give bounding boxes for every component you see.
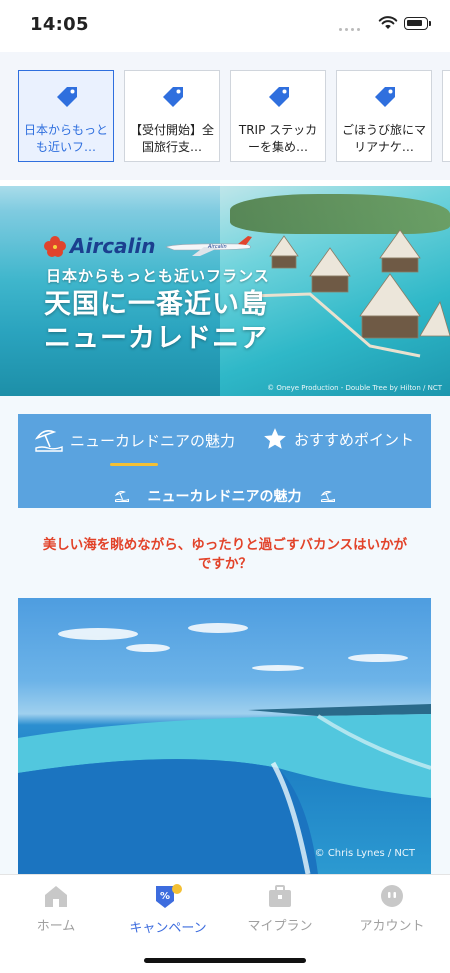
tag-icon (375, 87, 395, 107)
battery-icon (404, 17, 431, 30)
tag-icon (163, 87, 183, 107)
aircalin-logo: Aircalin Aircalin (44, 234, 254, 258)
photo-credit: © Chris Lynes / NCT (314, 848, 415, 859)
svg-text:Aircalin: Aircalin (207, 244, 227, 250)
status-time: 14:05 (30, 14, 89, 35)
active-tab-underline (110, 463, 158, 466)
nav-campaign-label: キャンペーン (129, 921, 207, 936)
tab-charm-label: ニューカレドニアの魅力 (70, 431, 236, 450)
campaign-banner[interactable]: Aircalin Aircalin 日本からもっとも近いフランス 天国に一番近い… (0, 186, 450, 396)
campaign-tag-label: 【受付開始】全国旅行支… (129, 123, 214, 154)
airline-name: Aircalin (70, 234, 156, 258)
nav-campaign[interactable]: % キャンペーン (112, 883, 224, 936)
campaign-tag-partial[interactable] (442, 70, 450, 162)
signal-icon (339, 28, 360, 31)
section-title: ニューカレドニアの魅力 (18, 486, 431, 506)
section-tabs: ニューカレドニアの魅力 おすすめポイント ニューカレドニアの魅力 (18, 414, 431, 508)
account-icon (381, 885, 403, 907)
airplane-icon: Aircalin (164, 236, 252, 256)
lagoon-photo: © Chris Lynes / NCT (18, 598, 431, 874)
status-bar: 14:05 (0, 0, 450, 52)
home-icon (45, 886, 67, 907)
nav-home-label: ホーム (36, 919, 76, 934)
nav-myplan[interactable]: マイプラン (224, 883, 336, 934)
campaign-tag-1[interactable]: 【受付開始】全国旅行支… (124, 70, 220, 162)
nav-account-label: アカウント (359, 919, 425, 934)
campaign-content: ニューカレドニアの魅力 おすすめポイント ニューカレドニアの魅力 美しい海を眺め… (0, 396, 450, 874)
wifi-icon (378, 16, 398, 29)
nav-myplan-label: マイプラン (247, 919, 313, 934)
campaign-tag-3[interactable]: ごほうび旅にマリアナケ… (336, 70, 432, 162)
tab-recommend[interactable]: おすすめポイント (262, 426, 414, 452)
banner-headline-line1: 天国に一番近い島 (44, 289, 268, 320)
suitcase-icon (269, 885, 291, 907)
lagoon-illustration (18, 623, 431, 874)
bungalow-illustration (250, 229, 450, 358)
svg-text:%: % (160, 891, 170, 902)
hibiscus-icon (44, 236, 66, 257)
catch-copy: 美しい海を眺めながら、ゆったりと過ごすバカンスはいかがですか？ (42, 537, 408, 572)
section-title-text: ニューカレドニアの魅力 (147, 489, 302, 505)
beach-umbrella-icon (114, 490, 129, 502)
campaign-tag-2[interactable]: TRIP ステッカーを集め… (230, 70, 326, 162)
banner-credit: © Oneye Production - Double Tree by Hilt… (267, 384, 442, 392)
star-icon (264, 428, 286, 449)
campaign-tag-label: TRIP ステッカーを集め… (238, 123, 318, 154)
banner-headline-line2: ニューカレドニア (44, 323, 268, 354)
campaign-tag-0[interactable]: 日本からもっとも近いフ… (18, 70, 114, 162)
nav-account[interactable]: アカウント (336, 883, 448, 934)
banner-headline: 天国に一番近い島 ニューカレドニア (44, 288, 268, 356)
campaign-tag-label: ごほうび旅にマリアナケ… (341, 123, 426, 154)
home-indicator (144, 958, 306, 963)
campaign-tag-list: 日本からもっとも近いフ… 【受付開始】全国旅行支… TRIP ステッカーを集め…… (0, 52, 450, 180)
campaign-tag-icon: % (156, 884, 182, 908)
tab-recommend-label: おすすめポイント (294, 430, 415, 449)
tab-charm[interactable]: ニューカレドニアの魅力 (34, 426, 235, 454)
campaign-tag-label: 日本からもっとも近いフ… (23, 123, 108, 154)
nav-home[interactable]: ホーム (0, 883, 112, 934)
beach-umbrella-icon (320, 490, 335, 502)
banner-tagline: 日本からもっとも近いフランス (46, 267, 270, 285)
beach-umbrella-icon (34, 430, 63, 452)
tag-icon (269, 87, 289, 107)
tag-icon (57, 87, 77, 107)
